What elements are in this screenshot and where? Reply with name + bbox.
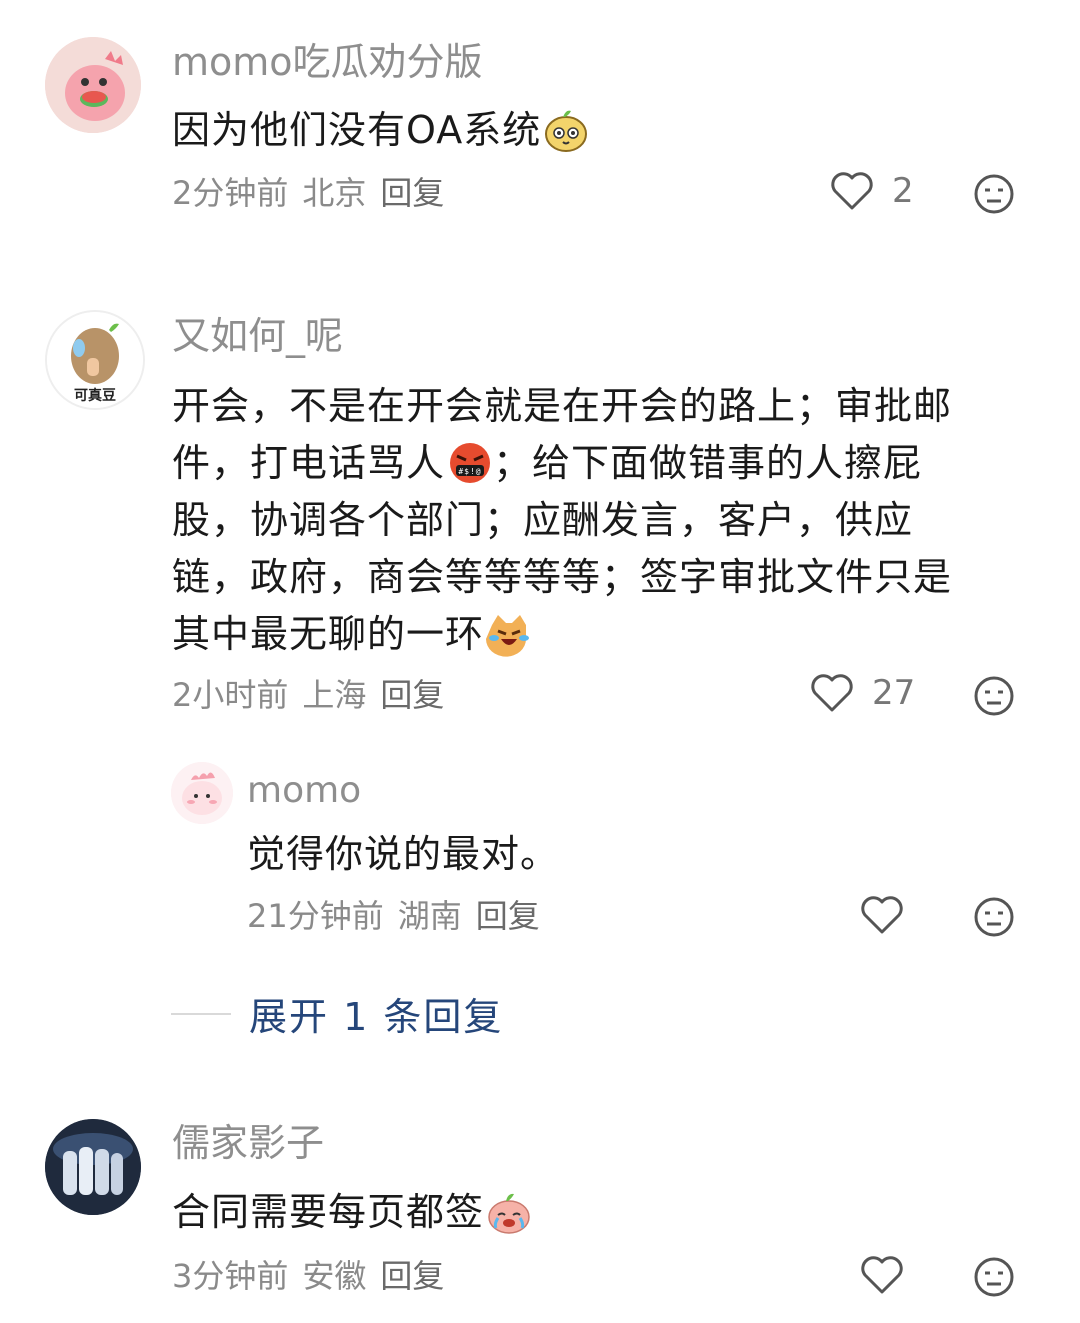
timestamp: 21分钟前 [247, 897, 384, 935]
crying-peach-emoji [488, 1193, 530, 1234]
timestamp: 2分钟前 [172, 174, 289, 212]
cursing-face-emoji: #$!@ [450, 443, 491, 483]
comment-text: 合同需要每页都签 [172, 1184, 1018, 1241]
reply-button[interactable]: 回复 [380, 1257, 444, 1295]
timestamp: 2小时前 [172, 676, 289, 714]
avatar[interactable] [45, 1119, 141, 1215]
comment-meta: 2小时前 上海 回复 [172, 674, 458, 716]
username[interactable]: momo [247, 767, 361, 815]
username[interactable]: 儒家影子 [172, 1119, 324, 1167]
comment-text: 觉得你说的最对。 [247, 832, 560, 876]
reply-button[interactable]: 回复 [380, 174, 444, 212]
comment-text: 因为他们没有OA系统 [172, 102, 1018, 159]
comment-meta: 3分钟前 安徽 回复 [172, 1255, 458, 1297]
location: 上海 [302, 676, 367, 714]
crying-laughing-cat-emoji [486, 615, 530, 657]
neutral-face-icon[interactable] [973, 173, 1015, 215]
timestamp: 3分钟前 [172, 1257, 289, 1295]
like-button[interactable]: 27 [810, 673, 915, 713]
heart-outline-icon [861, 1256, 903, 1294]
avatar-caption: 可真豆 [74, 387, 116, 404]
comment-meta: 2分钟前 北京 回复 [172, 172, 458, 214]
reply-button[interactable]: 回复 [476, 897, 540, 935]
avatar[interactable] [171, 762, 233, 824]
like-button[interactable] [860, 1255, 904, 1295]
svg-text:#$!@: #$!@ [458, 467, 481, 476]
like-count: 27 [872, 673, 916, 713]
divider [171, 1012, 231, 1015]
neutral-face-icon[interactable] [973, 675, 1015, 717]
expand-replies[interactable]: 展开 1 条回复 [171, 986, 503, 1041]
heart-outline-icon [831, 172, 873, 210]
heart-outline-icon [811, 674, 853, 712]
expand-replies-label[interactable]: 展开 1 条回复 [249, 986, 503, 1041]
like-button[interactable] [860, 895, 904, 935]
location: 湖南 [397, 897, 462, 935]
avatar[interactable]: 可真豆 [45, 310, 145, 410]
comment-text: 开会，不是在开会就是在开会的路上；审批邮 件，打电话骂人 #$!@ ；给下面做错事的… [172, 384, 953, 657]
avatar[interactable] [45, 37, 141, 133]
like-button[interactable]: 2 [830, 171, 914, 211]
username[interactable]: 又如何_呢 [172, 312, 343, 360]
like-count: 2 [892, 171, 914, 211]
reply-button[interactable]: 回复 [380, 676, 444, 714]
location: 北京 [302, 174, 367, 212]
neutral-face-icon[interactable] [973, 1256, 1015, 1298]
username[interactable]: momo吃瓜劝分版 [172, 38, 483, 86]
pear-face-emoji [545, 110, 588, 152]
location: 安徽 [302, 1257, 367, 1295]
neutral-face-icon[interactable] [973, 896, 1015, 938]
comment-meta: 21分钟前 湖南 回复 [247, 895, 554, 937]
heart-outline-icon [861, 896, 903, 934]
